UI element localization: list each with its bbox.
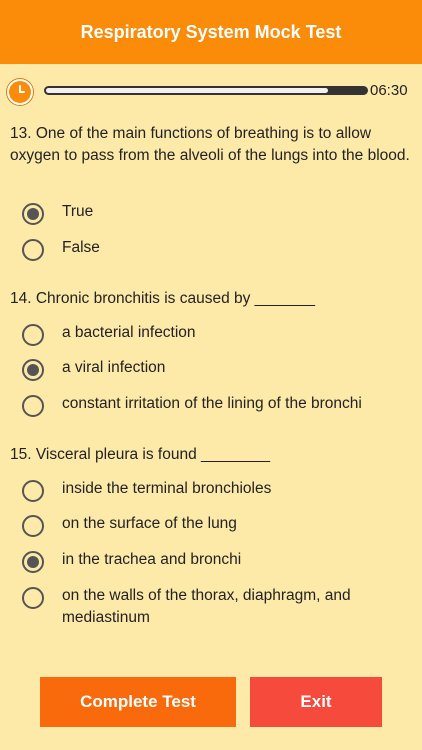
- time-remaining: 06:30: [370, 82, 408, 99]
- radio-button[interactable]: [22, 239, 44, 261]
- option-bacterial-infection[interactable]: a bacterial infection: [22, 322, 412, 352]
- option-label: a bacterial infection: [62, 324, 196, 341]
- option-viral-infection[interactable]: a viral infection: [22, 357, 412, 387]
- time-progress-bar: [44, 86, 368, 95]
- option-label: on the surface of the lung: [62, 515, 237, 532]
- option-label: constant irritation of the lining of the…: [62, 395, 362, 412]
- radio-button[interactable]: [22, 203, 44, 225]
- option-label: True: [62, 203, 94, 220]
- option-label: in the trachea and bronchi: [62, 551, 242, 568]
- time-progress-fill: [46, 88, 328, 93]
- question-14: 14. Chronic bronchitis is caused by ____…: [10, 290, 316, 307]
- exit-button[interactable]: Exit: [250, 677, 382, 727]
- radio-button[interactable]: [22, 515, 44, 537]
- option-surface-of-lung[interactable]: on the surface of the lung: [22, 513, 412, 543]
- option-walls-of-thorax[interactable]: on the walls of the thorax, diaphragm, a…: [22, 585, 412, 633]
- option-label: a viral infection: [62, 359, 166, 376]
- option-terminal-bronchioles[interactable]: inside the terminal bronchioles: [22, 478, 412, 508]
- option-constant-irritation[interactable]: constant irritation of the lining of the…: [22, 393, 412, 423]
- radio-button[interactable]: [22, 587, 44, 609]
- option-trachea-and-bronchi[interactable]: in the trachea and bronchi: [22, 549, 412, 579]
- app-header: Respiratory System Mock Test: [0, 0, 422, 64]
- option-label: on the walls of the thorax, diaphragm, a…: [62, 587, 351, 626]
- question-13: 13. One of the main functions of breathi…: [10, 125, 410, 164]
- radio-button[interactable]: [22, 395, 44, 417]
- radio-button[interactable]: [22, 324, 44, 346]
- option-false[interactable]: False: [22, 237, 412, 267]
- clock-icon: [7, 79, 33, 105]
- option-label: inside the terminal bronchioles: [62, 480, 272, 497]
- complete-test-button[interactable]: Complete Test: [40, 677, 236, 727]
- radio-button[interactable]: [22, 551, 44, 573]
- option-label: False: [62, 239, 100, 256]
- option-true[interactable]: True: [22, 201, 412, 231]
- radio-button[interactable]: [22, 359, 44, 381]
- question-15: 15. Visceral pleura is found ________: [10, 446, 270, 463]
- timer-bar: 06:30: [0, 76, 422, 106]
- page-title: Respiratory System Mock Test: [80, 21, 342, 42]
- radio-button[interactable]: [22, 480, 44, 502]
